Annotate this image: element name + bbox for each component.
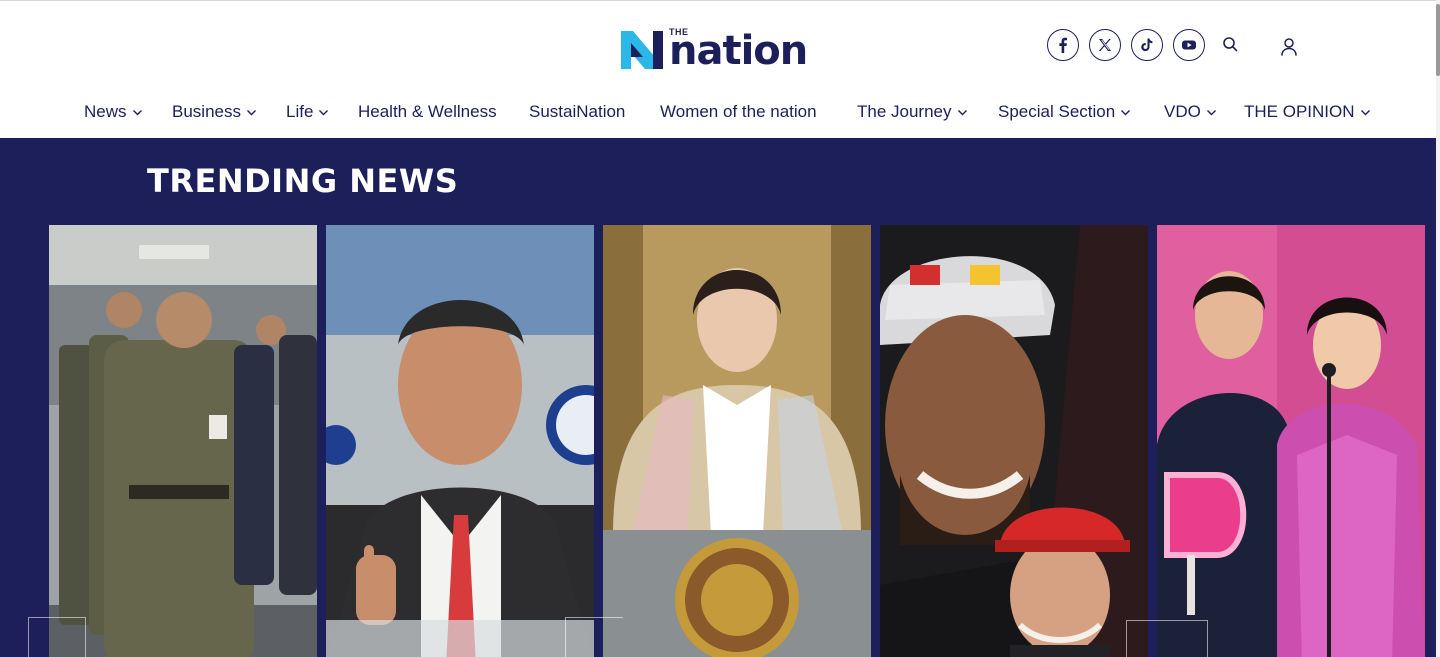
trending-news-card[interactable] bbox=[880, 225, 1148, 657]
news-image-award-ceremony bbox=[1157, 225, 1425, 657]
chevron-down-icon bbox=[957, 107, 968, 118]
nav-item-women-of-the-nation[interactable]: Women of the nation bbox=[660, 97, 817, 127]
the-nation-logo[interactable]: THE nation bbox=[621, 27, 813, 74]
nav-item-sustaination[interactable]: SustaiNation bbox=[529, 97, 625, 127]
chevron-down-icon bbox=[1360, 107, 1371, 118]
trending-news-card[interactable] bbox=[1157, 225, 1425, 657]
news-image-police-officers bbox=[49, 225, 317, 657]
nav-item-label: VDO bbox=[1164, 102, 1201, 121]
social-links bbox=[1047, 29, 1205, 61]
chevron-down-icon bbox=[1206, 107, 1217, 118]
chevron-down-icon bbox=[132, 107, 143, 118]
youtube-icon[interactable] bbox=[1173, 29, 1205, 61]
news-image-woman-at-podium bbox=[603, 225, 871, 657]
page-scrollbar[interactable] bbox=[1436, 0, 1440, 657]
decorative-frame bbox=[28, 617, 86, 657]
nav-item-label: THE OPINION bbox=[1244, 102, 1355, 121]
nav-item-business[interactable]: Business bbox=[172, 97, 257, 127]
nav-item-label: Health & Wellness bbox=[358, 102, 497, 121]
nav-item-news[interactable]: News bbox=[84, 97, 143, 127]
nation-logo-mark-icon bbox=[621, 31, 663, 69]
chevron-down-icon bbox=[246, 107, 257, 118]
trending-news-section: TRENDING NEWS bbox=[0, 138, 1436, 657]
nav-item-label: Women of the nation bbox=[660, 102, 817, 121]
nav-item-label: SustaiNation bbox=[529, 102, 626, 121]
nav-item-label: The Journey bbox=[857, 102, 952, 121]
chevron-down-icon bbox=[318, 107, 329, 118]
scrollbar-thumb[interactable] bbox=[1436, 4, 1440, 76]
trending-news-title: TRENDING NEWS bbox=[147, 162, 459, 200]
main-navigation: News Business Life Health & Wellness Sus… bbox=[0, 97, 1436, 127]
trending-news-card[interactable] bbox=[603, 225, 871, 657]
decorative-frame bbox=[565, 617, 623, 657]
trending-news-card[interactable] bbox=[326, 225, 594, 657]
decorative-frame bbox=[1126, 620, 1208, 657]
nav-item-label: Special Section bbox=[998, 102, 1116, 121]
nav-item-the-opinion[interactable]: THE OPINION bbox=[1244, 97, 1371, 127]
nav-item-the-journey[interactable]: The Journey bbox=[857, 97, 968, 127]
trending-news-card[interactable] bbox=[49, 225, 317, 657]
search-icon[interactable] bbox=[1221, 35, 1241, 55]
chevron-down-icon bbox=[1120, 107, 1131, 118]
nav-item-vdo[interactable]: VDO bbox=[1164, 97, 1217, 127]
nav-item-label: News bbox=[84, 102, 127, 121]
site-header: THE nation News Business Life Health & W… bbox=[0, 0, 1436, 138]
nav-item-health-wellness[interactable]: Health & Wellness bbox=[358, 97, 497, 127]
logo-word-text: nation bbox=[669, 28, 808, 74]
news-image-racers bbox=[880, 225, 1148, 657]
facebook-icon[interactable] bbox=[1047, 29, 1079, 61]
nav-item-special-section[interactable]: Special Section bbox=[998, 97, 1131, 127]
nav-item-label: Business bbox=[172, 102, 241, 121]
news-image-man-speaking bbox=[326, 225, 594, 657]
user-icon[interactable] bbox=[1278, 36, 1300, 58]
x-icon[interactable] bbox=[1089, 29, 1121, 61]
tiktok-icon[interactable] bbox=[1131, 29, 1163, 61]
nav-item-life[interactable]: Life bbox=[286, 97, 329, 127]
nav-item-label: Life bbox=[286, 102, 314, 121]
